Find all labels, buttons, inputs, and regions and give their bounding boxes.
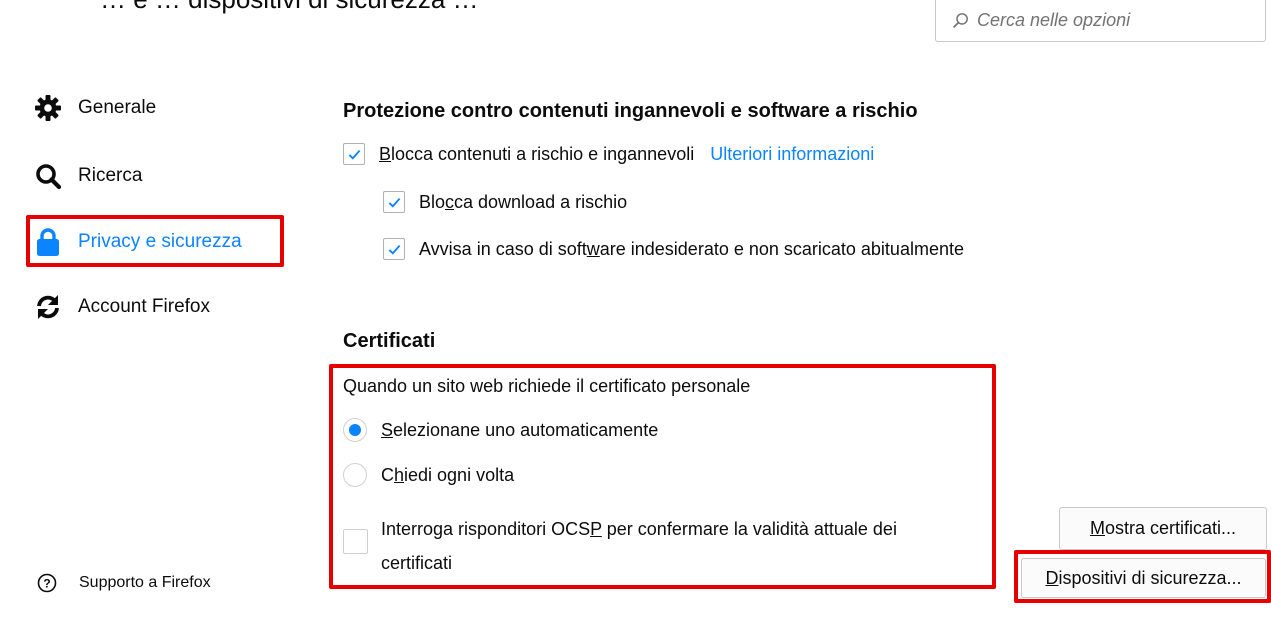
sync-icon: [33, 292, 63, 322]
sidebar-item-generale[interactable]: Generale: [33, 88, 156, 128]
sidebar-item-label: Account Firefox: [78, 296, 210, 317]
cropped-heading-text: … e … dispositivi di sicurezza …: [100, 0, 479, 14]
view-certificates-label: Mostra certificati...: [1089, 518, 1237, 538]
highlight-security-devices: [1014, 550, 1271, 603]
block-downloads-label: Blocca download a rischio: [419, 191, 628, 212]
warn-unwanted-label: Avvisa in caso di software indesiderato …: [419, 238, 964, 259]
search-icon: [952, 13, 968, 29]
warn-unwanted-checkbox[interactable]: [383, 238, 405, 260]
block-dangerous-label: Blocca contenuti a rischio e ingannevoli: [379, 143, 695, 164]
highlight-privacy: [26, 215, 284, 267]
svg-text:?: ?: [43, 577, 50, 591]
support-link[interactable]: ? Supporto a Firefox: [37, 573, 211, 593]
checkmark-icon: [348, 149, 360, 160]
view-certificates-button[interactable]: Mostra certificati...: [1059, 507, 1267, 550]
search-input[interactable]: [975, 9, 1249, 32]
search-box[interactable]: [935, 0, 1266, 42]
sidebar-item-label: Ricerca: [78, 165, 143, 186]
sidebar-item-ricerca[interactable]: Ricerca: [33, 156, 142, 196]
help-icon: ?: [37, 573, 57, 593]
support-label: Supporto a Firefox: [79, 574, 211, 591]
cropped-heading: … e … dispositivi di sicurezza …: [100, 0, 479, 15]
block-dangerous-row: Blocca contenuti a rischio e ingannevoli…: [343, 143, 874, 165]
block-downloads-row: Blocca download a rischio: [383, 191, 627, 213]
section-title-protection: Protezione contro contenuti ingannevoli …: [343, 100, 918, 122]
more-info-link[interactable]: Ulteriori informazioni: [710, 144, 874, 165]
block-dangerous-checkbox[interactable]: [343, 143, 365, 165]
sidebar-item-label: Generale: [78, 97, 157, 118]
section-title-certificates: Certificati: [343, 330, 436, 352]
sidebar-item-account[interactable]: Account Firefox: [33, 287, 210, 327]
search-icon: [33, 161, 63, 191]
gear-icon: [33, 93, 63, 123]
highlight-certificates: [329, 364, 996, 589]
block-downloads-checkbox[interactable]: [383, 191, 405, 213]
warn-unwanted-row: Avvisa in caso di software indesiderato …: [383, 238, 964, 260]
checkmark-icon: [388, 197, 400, 208]
checkmark-icon: [388, 244, 400, 255]
